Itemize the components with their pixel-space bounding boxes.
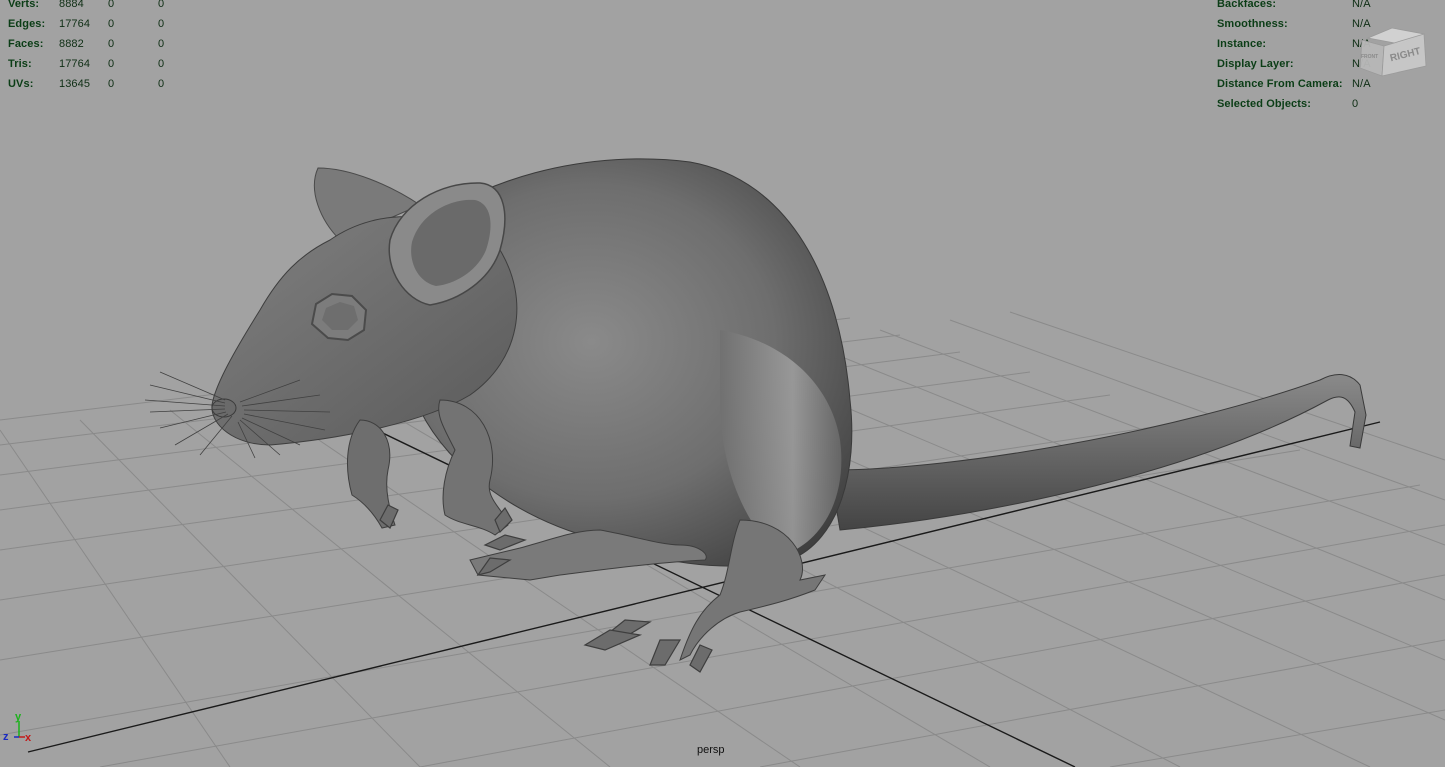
hud-value-total: 17764	[59, 58, 91, 70]
axis-triad-icon: y z x	[3, 711, 32, 744]
hud-value-total: 8884	[59, 0, 84, 10]
hud-value-components: 0	[158, 38, 165, 50]
hud-value-total: 8882	[59, 38, 84, 50]
axis-y-label: y	[15, 711, 22, 723]
hud-value: 0	[1352, 98, 1359, 110]
hud-value-selected: 0	[108, 78, 115, 90]
hud-label: UVs:	[8, 78, 34, 90]
hud-row-selected-objects: Selected Objects: 0	[1217, 94, 1417, 114]
hud-label: Faces:	[8, 38, 44, 50]
hud-label: Selected Objects:	[1217, 98, 1312, 110]
hud-label: Edges:	[8, 18, 46, 30]
hud-row-verts: Verts: 8884 0 0	[8, 0, 188, 14]
hud-row-edges: Edges: 17764 0 0	[8, 14, 188, 34]
hud-label: Display Layer:	[1217, 58, 1294, 70]
hud-row-tris: Tris: 17764 0 0	[8, 54, 188, 74]
axis-z-label: z	[3, 731, 9, 743]
rat-model[interactable]	[144, 158, 1367, 673]
hud-label: Backfaces:	[1217, 0, 1277, 10]
hud-row-uvs: UVs: 13645 0 0	[8, 74, 188, 94]
hud-value: N/A	[1352, 0, 1371, 10]
hud-value-components: 0	[158, 78, 165, 90]
hud-value-selected: 0	[108, 0, 115, 10]
hud-label: Verts:	[8, 0, 40, 10]
perspective-viewport[interactable]	[0, 0, 1445, 767]
camera-name-label: persp	[697, 744, 725, 756]
view-cube-front-label: FRONT	[1361, 54, 1378, 60]
hud-row-faces: Faces: 8882 0 0	[8, 34, 188, 54]
hud-value-components: 0	[158, 0, 165, 10]
hud-value-total: 13645	[59, 78, 91, 90]
poly-count-hud: Verts: 8884 0 0 Edges: 17764 0 0 Faces: …	[8, 0, 188, 94]
hud-value-total: 17764	[59, 18, 91, 30]
hud-label: Instance:	[1217, 38, 1267, 50]
hud-value-selected: 0	[108, 18, 115, 30]
hud-row-backfaces: Backfaces: N/A	[1217, 0, 1417, 14]
hud-label: Smoothness:	[1217, 18, 1288, 30]
hud-label: Distance From Camera:	[1217, 78, 1343, 90]
hud-label: Tris:	[8, 58, 32, 70]
hud-value-components: 0	[158, 18, 165, 30]
axis-x-label: x	[25, 732, 32, 744]
hud-value-components: 0	[158, 58, 165, 70]
hud-value-selected: 0	[108, 58, 115, 70]
hud-value-selected: 0	[108, 38, 115, 50]
view-cube-icon[interactable]: RIGHT FRONT	[1358, 24, 1432, 84]
